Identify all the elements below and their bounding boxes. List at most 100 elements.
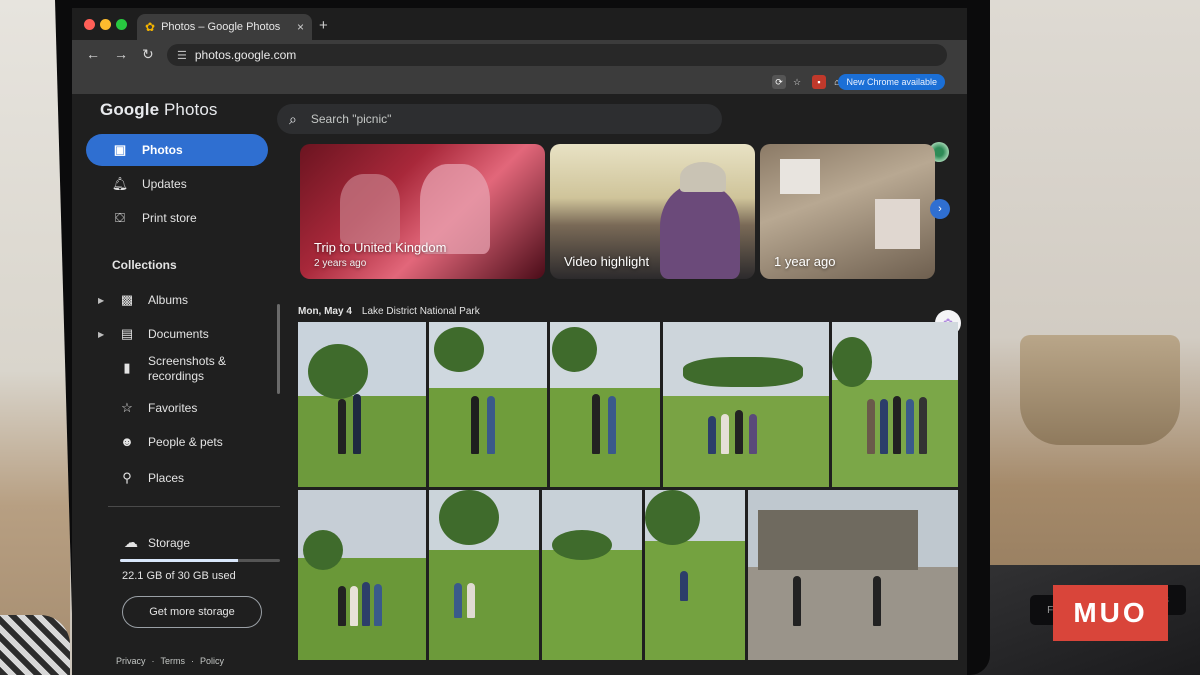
policy-link[interactable]: Policy [200, 656, 224, 666]
search-icon[interactable]: ⌕ [289, 111, 297, 128]
address-bar[interactable]: ☰ photos.google.com [167, 44, 947, 66]
collections-title: Collections [112, 258, 177, 272]
photo-thumbnail[interactable] [298, 322, 426, 487]
browser-toolbar: ← → ↻ ☰ photos.google.com [72, 40, 967, 70]
extensions-bar: ⟳ ☆ ▪ ⌂ ⧉ k New Chrome available [72, 70, 967, 94]
logo-product: Photos [163, 100, 218, 119]
search-bar[interactable]: ⌕ Search "picnic" [277, 104, 722, 134]
pinwheel-icon: ✿ [145, 20, 156, 34]
sidebar-item-updates[interactable]: 🔔︎ Updates [86, 168, 268, 200]
footer-separator: · [191, 656, 195, 666]
footer-links: Privacy · Terms · Policy [116, 656, 224, 666]
tab-title: Photos – Google Photos [161, 21, 281, 33]
get-more-storage-button[interactable]: Get more storage [122, 596, 262, 628]
minimize-window-button[interactable] [100, 19, 111, 30]
sidebar-item-print-store[interactable]: ⛋ Print store [86, 202, 268, 234]
site-settings-icon[interactable]: ☰ [177, 49, 187, 62]
memory-subtitle: 2 years ago [314, 258, 367, 269]
privacy-link[interactable]: Privacy [116, 656, 146, 666]
sidebar-item-photos[interactable]: ▣ Photos [86, 134, 268, 166]
sidebar-item-places[interactable]: ⚲ Places [98, 470, 184, 486]
new-tab-button[interactable]: + [319, 17, 328, 34]
album-icon: ▩ [120, 292, 134, 307]
sidebar-item-label: People & pets [148, 434, 223, 449]
photo-thumbnail[interactable] [748, 490, 958, 660]
next-memory-button[interactable]: › [930, 199, 950, 219]
sidebar-item-documents[interactable]: ▶ ▤ Documents [98, 326, 209, 342]
photo-thumbnail[interactable] [550, 322, 660, 487]
memory-card[interactable]: Video highlight [550, 144, 755, 279]
extension-icon[interactable]: ⟳ [772, 75, 786, 89]
tab-close-icon[interactable]: × [297, 20, 304, 34]
sidebar-item-label: Documents [148, 327, 209, 341]
google-photos-logo[interactable]: Google Photos [100, 100, 218, 120]
sidebar-item-label: Albums [148, 293, 189, 307]
sidebar-item-label-line2: recordings [148, 369, 205, 383]
close-window-button[interactable] [84, 19, 95, 30]
back-button[interactable]: ← [86, 46, 100, 62]
photo-thumbnail[interactable] [663, 322, 829, 487]
date-group-header: Mon, May 4 Lake District National Park [298, 306, 480, 317]
photo-thumbnail[interactable] [429, 490, 539, 660]
sidebar-divider [108, 506, 280, 507]
storage-used-text: 22.1 GB of 30 GB used [122, 570, 236, 582]
expand-arrow-icon[interactable]: ▶ [98, 330, 108, 339]
sidebar-item-label: Favorites [148, 401, 198, 415]
pin-icon: ⚲ [122, 470, 132, 485]
photo-thumbnail[interactable] [429, 322, 547, 487]
date-label: Mon, May 4 [298, 306, 352, 317]
search-placeholder: Search "picnic" [310, 112, 392, 126]
memory-card[interactable]: 1 year ago [760, 144, 935, 279]
storage-title: Storage [148, 535, 191, 550]
memory-title: Trip to United Kingdom [314, 240, 447, 255]
reload-button[interactable]: ↻ [142, 46, 154, 63]
chrome-update-button[interactable]: New Chrome available [838, 74, 945, 90]
extension-red-icon[interactable]: ▪ [812, 75, 826, 89]
memories-carousel: Trip to United Kingdom 2 years ago Video… [300, 144, 950, 284]
cloud-icon: ☁ [124, 534, 138, 550]
sidebar-item-label: Places [148, 471, 185, 485]
sidebar-scrollbar[interactable] [277, 304, 280, 394]
memory-title: 1 year ago [774, 254, 836, 269]
bell-icon: 🔔︎ [111, 176, 129, 191]
sidebar-item-storage[interactable]: ☁ Storage [124, 534, 190, 551]
sidebar-item-label: Print store [142, 211, 197, 225]
photo-thumbnail[interactable] [542, 490, 642, 660]
logo-brand: Google [100, 100, 160, 119]
forward-button[interactable]: → [114, 46, 128, 62]
muo-watermark-logo: MUO [1053, 585, 1168, 641]
screenshot-icon: ▮ [123, 360, 131, 375]
footer-separator: · [151, 656, 155, 666]
bookmark-star-icon[interactable]: ☆ [790, 75, 804, 89]
storage-progress-bar [120, 559, 280, 562]
terms-link[interactable]: Terms [161, 656, 186, 666]
image-icon: ▣ [113, 142, 127, 157]
sidebar-item-label: Screenshots & [148, 354, 227, 368]
memory-card[interactable]: Trip to United Kingdom 2 years ago [300, 144, 545, 279]
photo-thumbnail[interactable] [298, 490, 426, 660]
photo-thumbnail[interactable] [645, 490, 745, 660]
shopping-bag-icon: ⛋ [115, 210, 125, 225]
document-icon: ▤ [120, 326, 134, 341]
address-url: photos.google.com [194, 48, 297, 62]
google-photos-page: Google Photos ⌕ Search "picnic" + ? ⚙ ⋮⋮… [72, 94, 967, 675]
sidebar-item-people-pets[interactable]: ☻ People & pets [98, 434, 223, 449]
laptop-screen: ✿ Photos – Google Photos × + ← → ↻ ☰ pho… [72, 8, 967, 675]
sidebar-item-label: Updates [142, 177, 187, 191]
location-label: Lake District National Park [361, 306, 480, 317]
sidebar-item-albums[interactable]: ▶ ▩ Albums [98, 292, 188, 308]
photo-thumbnail[interactable] [832, 322, 958, 487]
expand-arrow-icon[interactable]: ▶ [98, 296, 108, 305]
sidebar-item-label: Photos [142, 143, 183, 157]
browser-tab-bar: ✿ Photos – Google Photos × + [72, 8, 967, 40]
storage-progress-fill [120, 559, 238, 562]
memory-title: Video highlight [564, 254, 650, 269]
browser-tab[interactable]: ✿ Photos – Google Photos × [137, 14, 312, 40]
sidebar-item-screenshots[interactable]: ▮ Screenshots & recordings [98, 354, 226, 384]
maximize-window-button[interactable] [116, 19, 127, 30]
update-label: New Chrome available [846, 77, 937, 87]
sidebar: ▣ Photos 🔔︎ Updates ⛋ Print store Collec… [72, 134, 280, 675]
sidebar-item-favorites[interactable]: ☆ Favorites [98, 400, 197, 416]
face-icon: ☻ [120, 434, 134, 449]
photo-grid [298, 322, 958, 672]
